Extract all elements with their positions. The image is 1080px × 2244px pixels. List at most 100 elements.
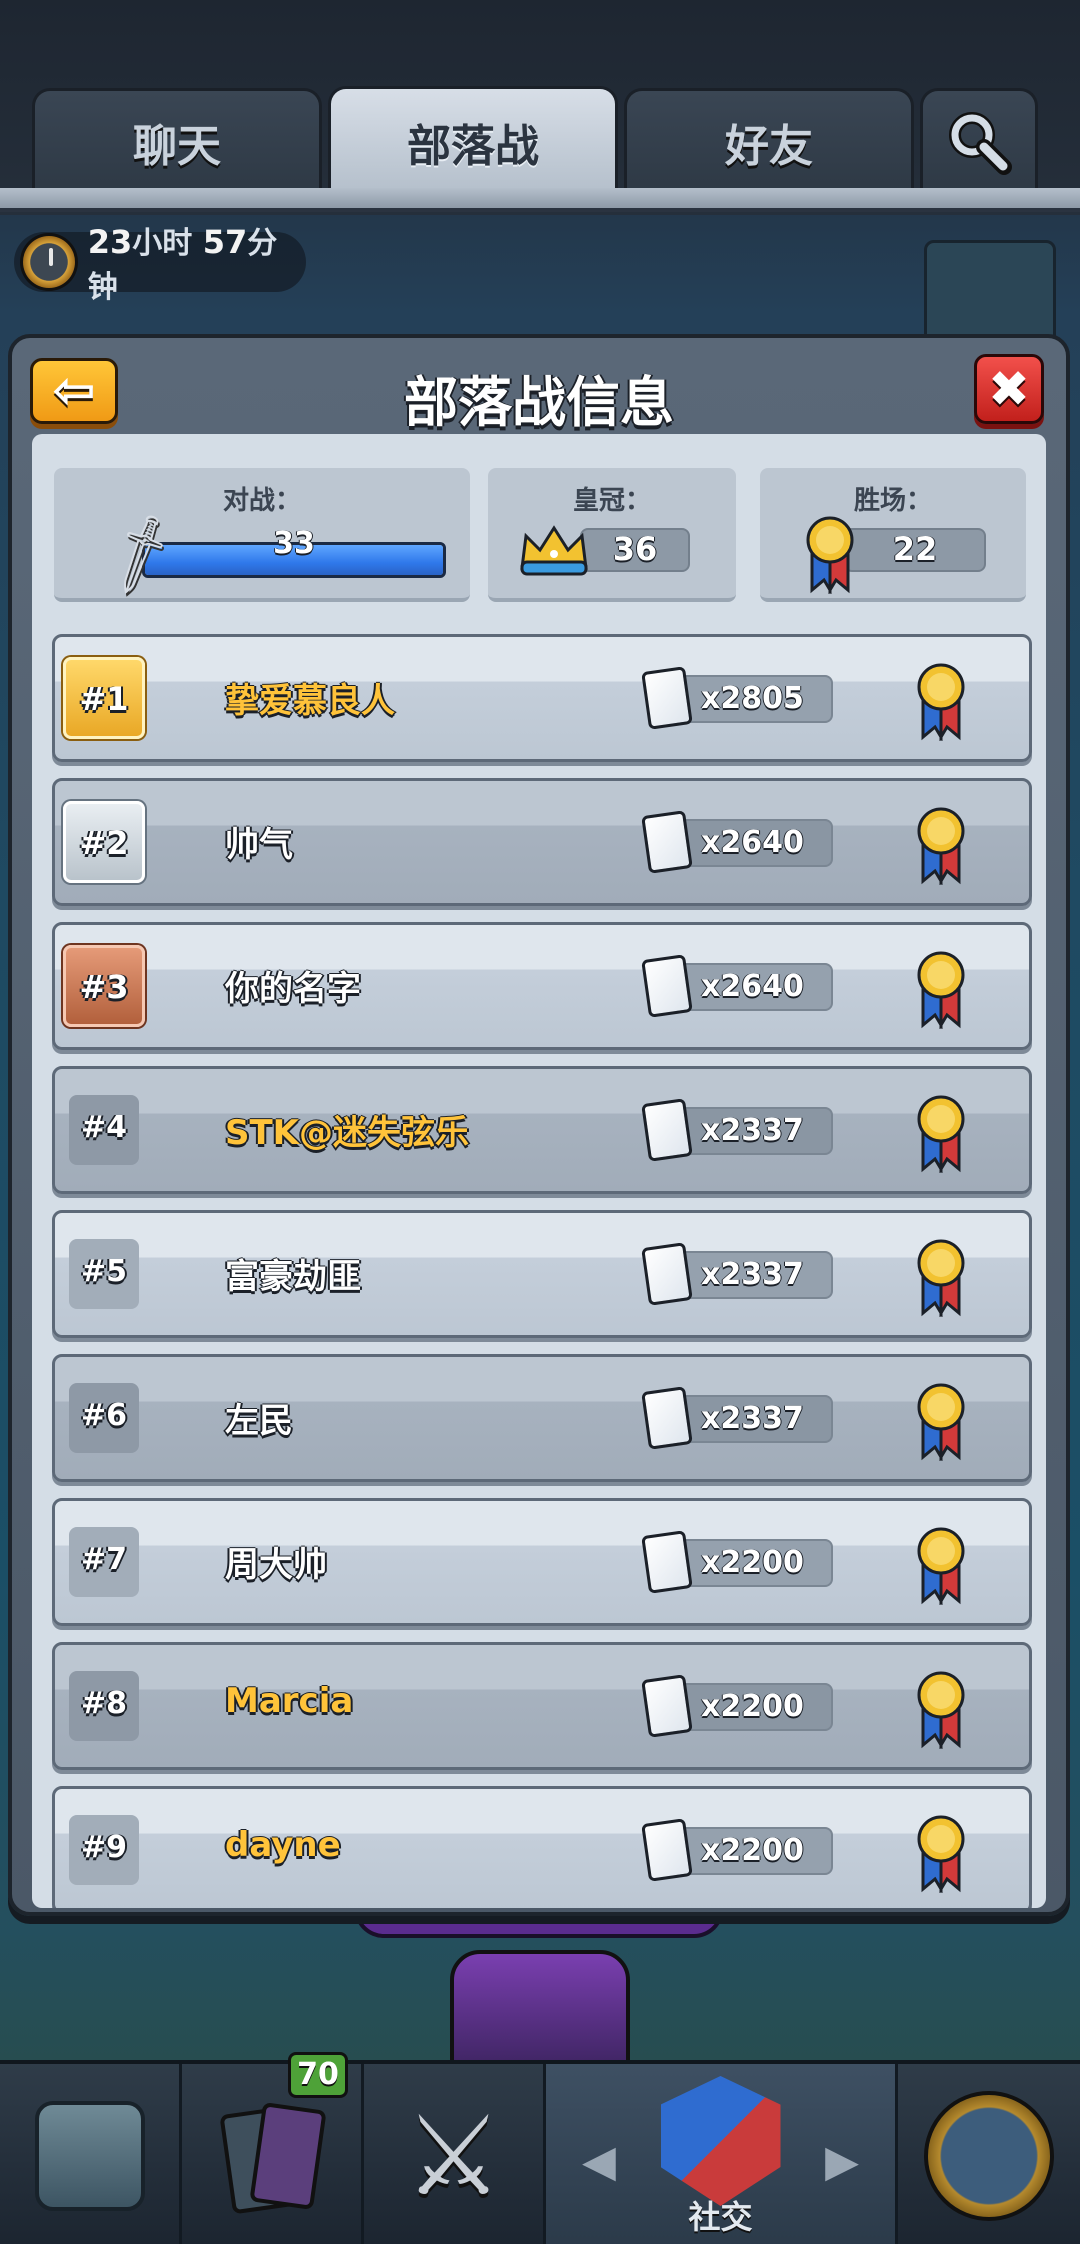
player-name: 富豪劫匪 [225, 1257, 361, 1297]
player-row[interactable]: #8 Marcia x2200 [52, 1642, 1032, 1770]
wins-label: 胜场： [853, 486, 932, 516]
player-name: 帅气 [225, 825, 293, 865]
cards-icon [218, 2096, 327, 2216]
crossed-swords-icon: ⚔ [404, 2092, 503, 2220]
tab-friends[interactable]: 好友 [624, 88, 914, 192]
medal-icon [806, 516, 854, 594]
crowns-label: 皇冠： [572, 486, 651, 516]
cards-count: x2640 [701, 969, 804, 1004]
crown-icon [520, 525, 588, 576]
player-row[interactable]: #9 dayne x2200 [52, 1786, 1032, 1908]
player-row[interactable]: #2 帅气 x2640 [52, 778, 1032, 906]
medal-icon [917, 1383, 965, 1461]
medal-icon [917, 807, 965, 885]
player-row[interactable]: #6 左民 x2337 [52, 1354, 1032, 1482]
card-icon [641, 810, 693, 874]
cards-collected: x2337 [641, 1242, 833, 1306]
battles-value: 33 [273, 526, 315, 561]
cards-collected: x2805 [641, 666, 833, 730]
timer-hours: 23 [87, 223, 133, 261]
tab-friends-label: 好友 [725, 120, 813, 172]
rank-badge: #9 [69, 1815, 139, 1885]
player-name: dayne [225, 1825, 341, 1865]
tab-chat-label: 聊天 [133, 120, 221, 172]
card-icon [641, 1818, 693, 1882]
medal-icon [917, 951, 965, 1029]
king-laurel-icon [924, 2091, 1054, 2221]
nav-events[interactable] [898, 2064, 1080, 2244]
cards-collected: x2640 [641, 810, 833, 874]
card-icon [641, 1530, 693, 1594]
medal-icon [917, 1671, 965, 1749]
rank-badge: #3 [63, 945, 145, 1027]
wins-value: 22 [844, 528, 986, 572]
bottom-nav: ⚔ ◀ ▶ 社交 [0, 2060, 1080, 2244]
player-name: STK@迷失弦乐 [225, 1113, 470, 1153]
nav-shop[interactable] [0, 2064, 182, 2244]
nav-prev-arrow-icon[interactable]: ◀ [582, 2136, 616, 2187]
tab-search[interactable] [920, 88, 1038, 192]
medal-icon [917, 1527, 965, 1605]
card-icon [641, 1674, 693, 1738]
player-row[interactable]: #3 你的名字 x2640 [52, 922, 1032, 1050]
cards-count: x2200 [701, 1689, 804, 1724]
nav-social[interactable]: ◀ ▶ 社交 [546, 2064, 898, 2244]
player-row[interactable]: #5 富豪劫匪 x2337 [52, 1210, 1032, 1338]
medal-icon [917, 1239, 965, 1317]
rank-badge: #4 [69, 1095, 139, 1165]
player-row[interactable]: #7 周大帅 x2200 [52, 1498, 1032, 1626]
war-timer: 23小时 57分钟 [14, 223, 306, 305]
player-row[interactable]: #1 挚爱慕良人 x2805 [52, 634, 1032, 762]
cards-collected: x2640 [641, 954, 833, 1018]
cards-count: x2337 [701, 1113, 804, 1148]
rank-badge: #8 [69, 1671, 139, 1741]
cards-count: x2200 [701, 1545, 804, 1580]
medal-icon [917, 1815, 965, 1893]
nav-battle[interactable]: ⚔ [364, 2064, 546, 2244]
timer-minutes: 57 [202, 223, 248, 261]
battles-stat: 对战： 33 🗡 [54, 468, 470, 602]
cards-count: x2640 [701, 825, 804, 860]
medal-icon [917, 1095, 965, 1173]
cards-collected: x2200 [641, 1818, 833, 1882]
card-icon [641, 954, 693, 1018]
card-icon [641, 666, 693, 730]
cards-collected: x2200 [641, 1530, 833, 1594]
player-name: 周大帅 [225, 1545, 327, 1585]
player-name: 你的名字 [225, 969, 361, 1009]
card-icon [641, 1242, 693, 1306]
wins-stat: 胜场： 22 [760, 468, 1026, 602]
card-icon [641, 1386, 693, 1450]
player-name: 挚爱慕良人 [225, 681, 395, 721]
cards-count: x2337 [701, 1401, 804, 1436]
player-name: 左民 [225, 1401, 293, 1441]
player-name: Marcia [225, 1681, 354, 1721]
crowns-value: 36 [580, 528, 690, 572]
chest-icon [34, 2101, 145, 2211]
cards-count: x2200 [701, 1833, 804, 1868]
card-icon [641, 1098, 693, 1162]
social-shield-icon [660, 2076, 781, 2206]
rank-badge: #5 [69, 1239, 139, 1309]
tab-chat[interactable]: 聊天 [32, 88, 322, 192]
close-button[interactable]: ✖ [974, 354, 1044, 424]
cards-count: x2337 [701, 1257, 804, 1292]
rank-badge: #7 [69, 1527, 139, 1597]
cards-collected: x2337 [641, 1386, 833, 1450]
nav-next-arrow-icon[interactable]: ▶ [825, 2136, 859, 2187]
cards-collected: x2337 [641, 1098, 833, 1162]
nav-social-label: 社交 [688, 2198, 753, 2236]
castle-decor [450, 1950, 630, 2070]
tab-strip [0, 188, 1080, 212]
tab-clan-war-label: 部落战 [407, 120, 539, 172]
tab-clan-war[interactable]: 部落战 [328, 86, 618, 194]
cards-collected: x2200 [641, 1674, 833, 1738]
dialog-body: 对战： 33 🗡 皇冠： 36 胜场： 22 #1 挚爱慕良人 x2805 #2… [32, 434, 1046, 1908]
player-row[interactable]: #4 STK@迷失弦乐 x2337 [52, 1066, 1032, 1194]
clock-icon [20, 233, 78, 291]
medal-icon [917, 663, 965, 741]
timer-hours-unit: 小时 [132, 226, 193, 261]
cards-badge: 70 [288, 2052, 348, 2098]
crowns-stat: 皇冠： 36 [488, 468, 736, 602]
rank-badge: #6 [69, 1383, 139, 1453]
